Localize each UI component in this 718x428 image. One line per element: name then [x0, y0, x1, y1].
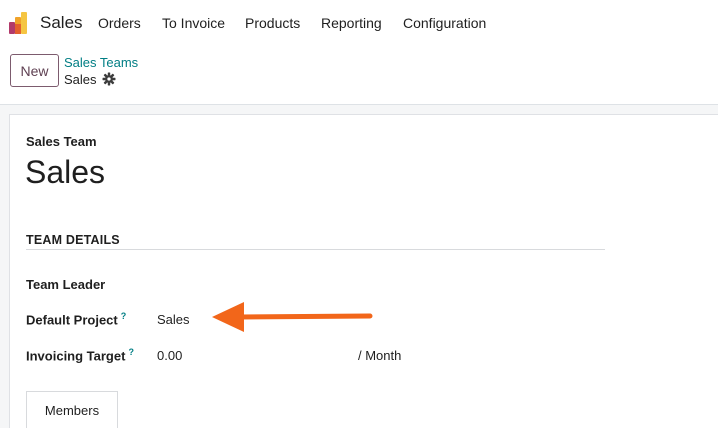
menu-reporting[interactable]: Reporting [321, 15, 382, 31]
tab-members[interactable]: Members [26, 391, 118, 428]
breadcrumb-current: Sales [64, 72, 97, 87]
invoicing-target-field[interactable]: 0.00 [157, 348, 182, 363]
annotation-arrow-icon [212, 302, 373, 332]
record-type-label: Sales Team [26, 134, 97, 149]
breadcrumb-sales-teams[interactable]: Sales Teams [64, 55, 138, 70]
menu-products[interactable]: Products [245, 15, 300, 31]
invoicing-target-label: Invoicing Target? [26, 347, 134, 363]
section-title-team-details: TEAM DETAILS [26, 233, 120, 247]
default-project-field[interactable]: Sales [157, 312, 190, 327]
menu-orders[interactable]: Orders [98, 15, 141, 31]
menu-configuration[interactable]: Configuration [403, 15, 486, 31]
invoicing-target-label-text: Invoicing Target [26, 348, 126, 364]
record-title[interactable]: Sales [25, 154, 105, 191]
menu-to-invoice[interactable]: To Invoice [162, 15, 225, 31]
invoicing-target-help-icon[interactable]: ? [128, 347, 134, 357]
gear-icon[interactable] [102, 72, 116, 86]
new-button[interactable]: New [10, 54, 59, 87]
default-project-help-icon[interactable]: ? [121, 311, 127, 321]
invoicing-target-unit: / Month [358, 348, 402, 363]
app-logo-icon[interactable] [8, 11, 32, 35]
app-name[interactable]: Sales [40, 13, 83, 33]
top-navbar: Sales Orders To Invoice Products Reporti… [0, 0, 718, 46]
form-sheet [9, 114, 718, 428]
default-project-label-text: Default Project [26, 312, 118, 328]
section-divider [26, 249, 605, 250]
default-project-label: Default Project? [26, 311, 126, 327]
team-leader-label: Team Leader [26, 277, 106, 292]
